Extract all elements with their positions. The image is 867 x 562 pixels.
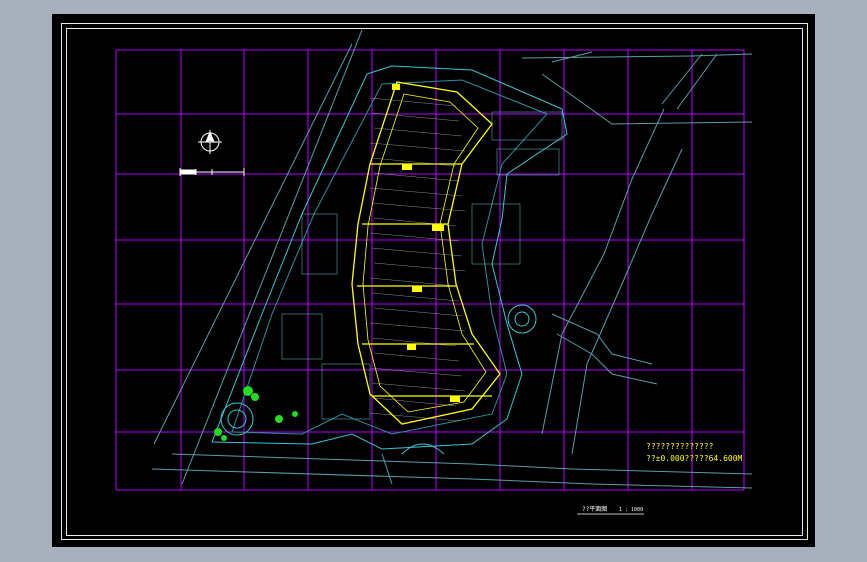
road-lines — [151, 29, 753, 489]
cad-viewport[interactable]: ?????????????? ??±0.000?????64.600M ??平面… — [52, 14, 815, 547]
building-structural-hatch — [369, 97, 466, 422]
elevation-note-line2: ??±0.000?????64.600M — [646, 454, 743, 463]
north-arrow-icon — [198, 130, 222, 154]
site-plan-drawing: ?????????????? ??±0.000?????64.600M ??平面… — [115, 29, 753, 515]
building-accents — [392, 84, 460, 402]
coordinate-grid — [115, 49, 745, 491]
parking-areas — [281, 111, 563, 420]
scale-bar-graphic — [179, 168, 245, 176]
drawing-scale: 1 : 1000 — [619, 507, 643, 513]
drawing-title: ??平面图 — [582, 506, 607, 513]
elevation-note-line1: ?????????????? — [646, 442, 714, 451]
